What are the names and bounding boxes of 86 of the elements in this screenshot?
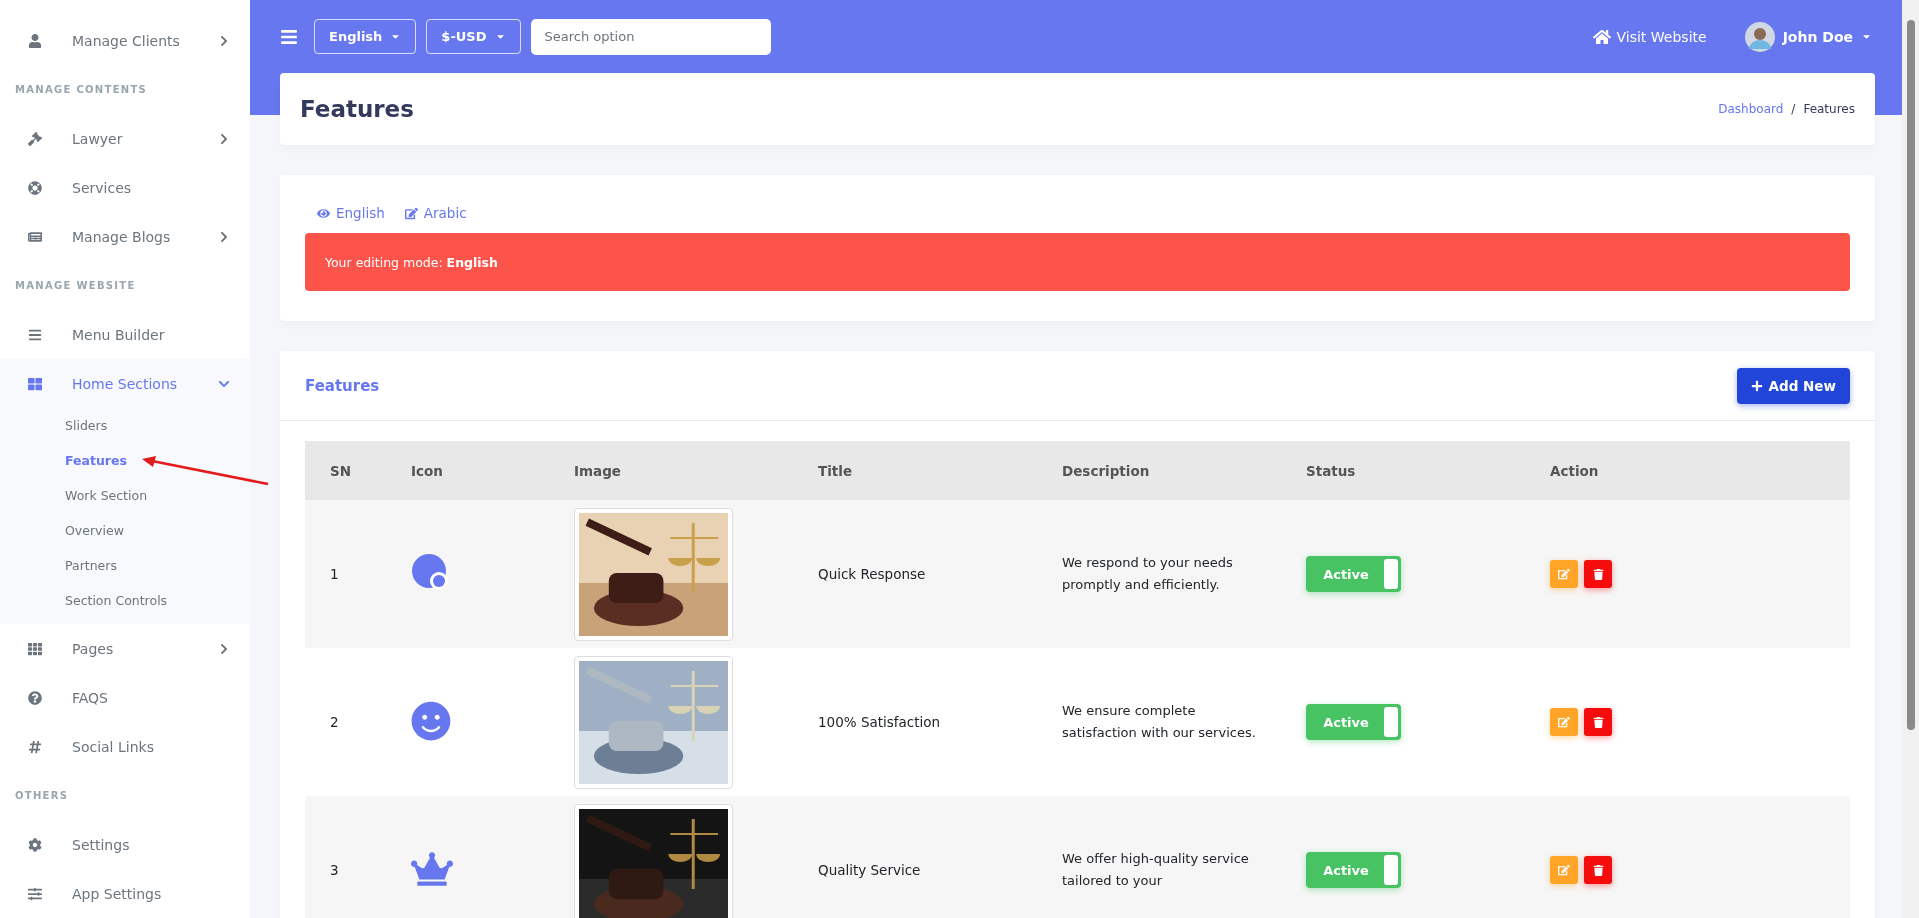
hashtag-icon — [28, 739, 42, 754]
sidebar-item[interactable]: FAQS — [0, 673, 250, 722]
column-header: Icon — [386, 441, 549, 500]
submenu-item[interactable]: Work Section — [0, 478, 250, 513]
sidebar-item[interactable]: Menu Builder — [0, 310, 250, 359]
trash-icon — [1592, 568, 1604, 580]
sidebar-item[interactable]: Manage Clients — [0, 16, 250, 65]
column-header: SN — [305, 441, 386, 500]
page-title: Features — [300, 96, 414, 122]
avatar — [1744, 21, 1775, 52]
delete-button[interactable] — [1584, 856, 1612, 885]
table-cell: 2 — [330, 714, 339, 730]
breadcrumb-separator: / — [1791, 102, 1796, 116]
life-ring-icon — [28, 180, 42, 195]
card-title: Features — [305, 376, 380, 395]
smile-icon — [411, 700, 451, 741]
sidebar-item[interactable]: Social Links — [0, 722, 250, 771]
plus-icon — [1750, 379, 1763, 392]
visit-website-link[interactable]: Visit Website — [1592, 27, 1707, 46]
table-cell-text: We offer high-quality service tailored to your — [1062, 850, 1250, 890]
section-heading: MANAGE WEBSITE — [14, 279, 137, 293]
question-icon — [28, 690, 42, 705]
sidebar-item[interactable]: Lawyer — [0, 114, 250, 163]
editing-mode-alert: Your editing mode: English — [305, 233, 1850, 291]
gear-icon — [28, 837, 42, 852]
table-cell: 1 — [330, 566, 339, 582]
language-link[interactable]: English — [317, 205, 385, 221]
sidebar-item[interactable]: Pages — [0, 624, 250, 673]
sidebar-item[interactable]: App Settings — [0, 869, 250, 918]
edit-icon — [1558, 567, 1570, 580]
table-cell: Quality Service — [818, 862, 921, 878]
circle-icon — [411, 552, 451, 593]
user-menu[interactable]: John Doe — [1744, 21, 1872, 52]
column-header: Action — [1525, 441, 1850, 500]
section-heading: MANAGE CONTENTS — [14, 83, 149, 97]
language-dropdown[interactable]: English — [314, 19, 417, 54]
sidebar-item[interactable]: Home Sections — [0, 359, 250, 408]
trash-icon — [1592, 864, 1604, 876]
search-field[interactable]: Search option — [530, 18, 771, 55]
user-icon — [28, 33, 42, 48]
submenu-item[interactable]: Overview — [0, 513, 250, 548]
section-heading: OTHERS — [14, 789, 70, 803]
table-cell: 3 — [330, 862, 339, 878]
edit-icon — [404, 206, 418, 220]
column-header: Status — [1281, 441, 1525, 500]
add-new-button[interactable]: Add New — [1736, 367, 1850, 404]
edit-icon — [1558, 715, 1570, 728]
eye-icon — [317, 206, 330, 220]
submenu-item[interactable]: Sliders — [0, 408, 250, 443]
delete-button[interactable] — [1584, 708, 1612, 737]
edit-button[interactable] — [1550, 707, 1578, 736]
chevron-right-icon — [218, 34, 230, 47]
edit-button[interactable] — [1550, 855, 1578, 884]
delete-button[interactable] — [1584, 560, 1612, 589]
table-cell-text: We respond to your needs promptly and efficiently. — [1062, 554, 1234, 594]
breadcrumb-current: Features — [1803, 102, 1855, 116]
sidebar-item[interactable]: Services — [0, 163, 250, 212]
submenu-item[interactable]: Section Controls — [0, 583, 250, 618]
chevron-right-icon — [218, 642, 230, 655]
table-cell: 100% Satisfaction — [818, 714, 941, 730]
edit-button[interactable] — [1550, 559, 1578, 588]
submenu-item[interactable]: Features — [0, 443, 250, 478]
edit-icon — [1558, 863, 1570, 876]
column-header: Image — [549, 441, 793, 500]
table-cell-text: We ensure complete satisfaction with our services. — [1062, 702, 1257, 742]
menu-icon[interactable] — [280, 27, 298, 46]
grid-icon — [28, 641, 42, 656]
table-cell: Quick Response — [818, 566, 926, 582]
submenu-item[interactable]: Partners — [0, 548, 250, 583]
column-header: Title — [793, 441, 1037, 500]
sidebar-item[interactable]: Settings — [0, 820, 250, 869]
gavel-icon — [28, 131, 42, 146]
chevron-right-icon — [218, 132, 230, 145]
currency-dropdown[interactable]: $-USD — [426, 19, 521, 54]
scrollbar[interactable] — [1902, 0, 1919, 918]
trash-icon — [1592, 716, 1604, 728]
language-link[interactable]: Arabic — [404, 205, 467, 221]
list-icon — [28, 327, 42, 342]
breadcrumb-link[interactable]: Dashboard — [1718, 102, 1784, 116]
column-header: Description — [1037, 441, 1281, 500]
chevron-right-icon — [218, 230, 230, 243]
sliders-icon — [28, 886, 42, 901]
grid-icon — [28, 376, 42, 391]
sidebar-item[interactable]: Manage Blogs — [0, 212, 250, 261]
home-icon — [1592, 27, 1611, 46]
newspaper-icon — [28, 229, 42, 244]
